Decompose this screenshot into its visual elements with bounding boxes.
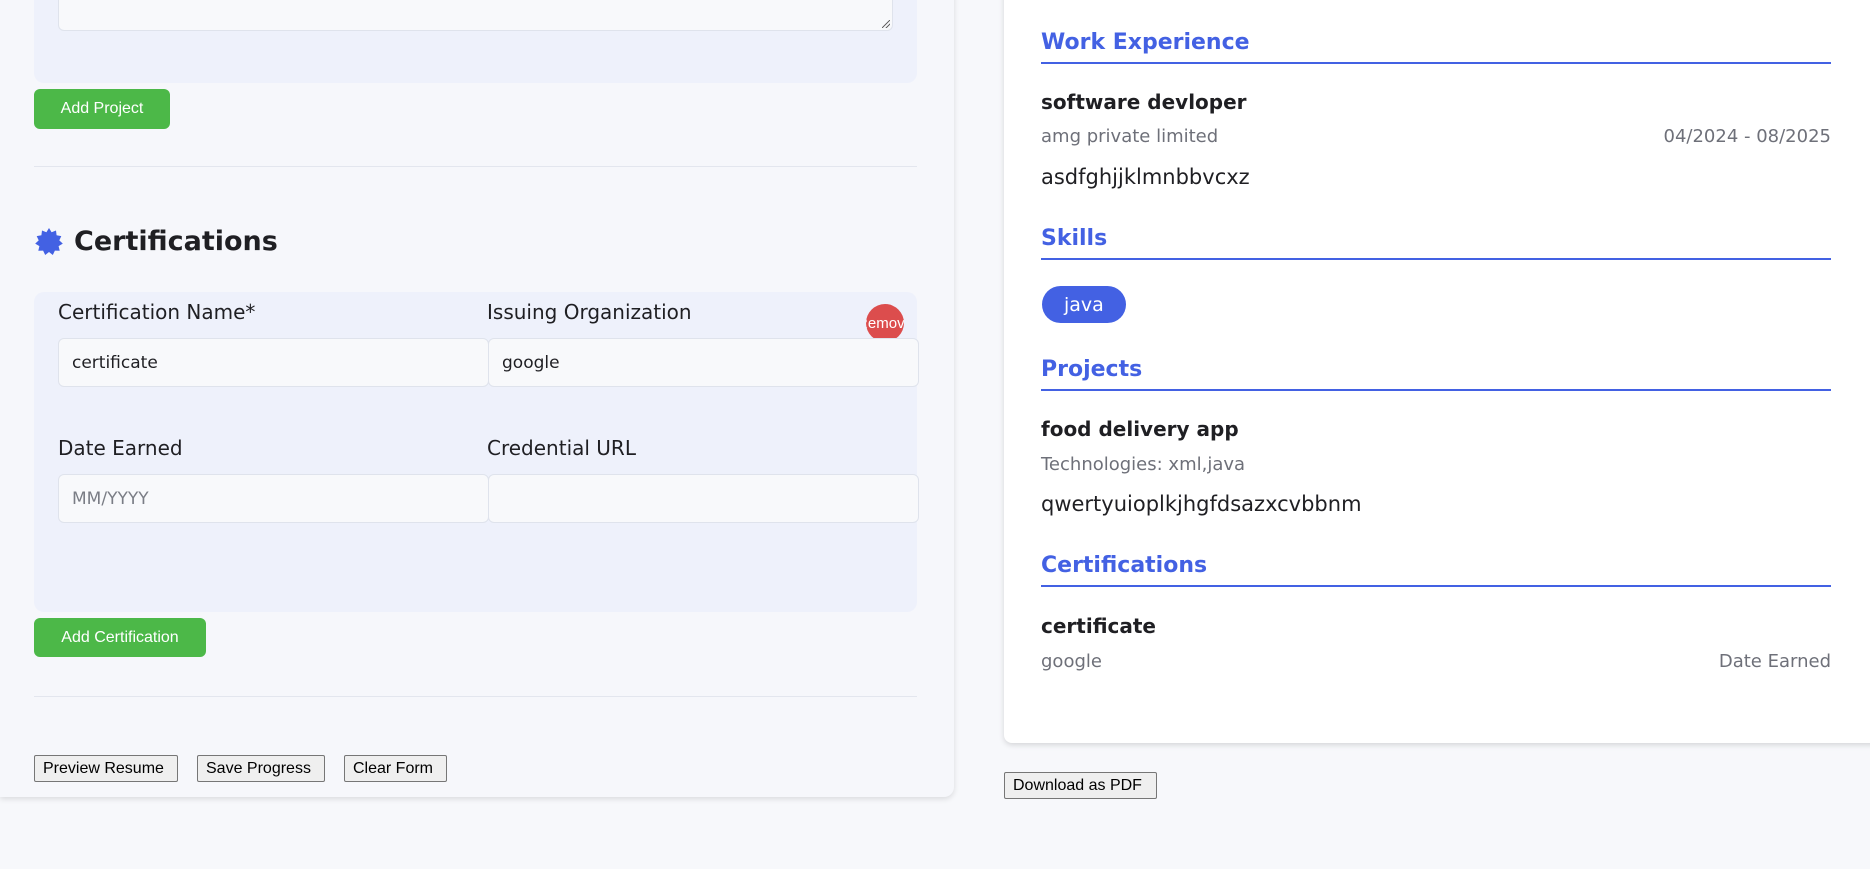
preview-projects-heading: Projects — [1041, 357, 1831, 391]
date-earned-label: Date Earned — [58, 436, 183, 460]
preview-project-technologies: Technologies: xml,java — [1041, 454, 1246, 475]
section-divider — [34, 696, 917, 697]
certification-name-input[interactable]: certificate — [58, 338, 489, 387]
preview-job-title: software devloper — [1041, 90, 1247, 114]
credential-url-label: Credential URL — [487, 436, 636, 460]
preview-resume-button[interactable]: Preview Resume — [34, 755, 178, 782]
date-earned-placeholder: MM/YYYY — [72, 488, 149, 509]
certification-name-value: certificate — [72, 352, 158, 373]
download-pdf-button[interactable]: Download as PDF — [1004, 772, 1157, 799]
preview-job-description: asdfghjjklmnbbvcxz — [1041, 165, 1250, 189]
save-progress-button[interactable]: Save Progress — [197, 755, 325, 782]
remove-certification-button[interactable]: Remove — [866, 304, 904, 342]
clear-form-button[interactable]: Clear Form — [344, 755, 447, 782]
preview-project-title: food delivery app — [1041, 417, 1239, 441]
certification-name-label: Certification Name* — [58, 300, 256, 324]
issuing-organization-value: google — [502, 352, 560, 373]
add-project-button[interactable]: Add Project — [34, 89, 170, 129]
project-entry-card — [34, 0, 917, 83]
preview-skills-heading: Skills — [1041, 226, 1831, 260]
add-certification-button[interactable]: Add Certification — [34, 618, 206, 657]
preview-job-dates: 04/2024 - 08/2025 — [1663, 126, 1832, 147]
preview-certification-date: Date Earned — [1718, 651, 1831, 672]
certifications-section-header: Certifications — [34, 226, 278, 257]
issuing-organization-input[interactable]: google — [488, 338, 919, 387]
preview-work-experience-heading: Work Experience — [1041, 30, 1831, 64]
preview-project-description: qwertyuioplkjhgfdsazxcvbbnm — [1041, 492, 1362, 516]
date-earned-input[interactable]: MM/YYYY — [58, 474, 489, 523]
preview-skill-tag: java — [1042, 286, 1126, 323]
preview-certification-name: certificate — [1041, 614, 1156, 638]
remove-button-label: Remove — [866, 314, 904, 332]
credential-url-input[interactable] — [488, 474, 919, 523]
preview-certification-org: google — [1041, 651, 1102, 672]
certificate-badge-icon — [35, 227, 63, 255]
project-description-textarea[interactable] — [58, 0, 893, 31]
resize-handle-icon[interactable] — [882, 20, 890, 28]
section-divider — [34, 166, 917, 167]
certifications-section-title: Certifications — [74, 226, 278, 257]
issuing-organization-label: Issuing Organization — [487, 300, 692, 324]
preview-certifications-heading: Certifications — [1041, 553, 1831, 587]
preview-company: amg private limited — [1041, 126, 1219, 147]
